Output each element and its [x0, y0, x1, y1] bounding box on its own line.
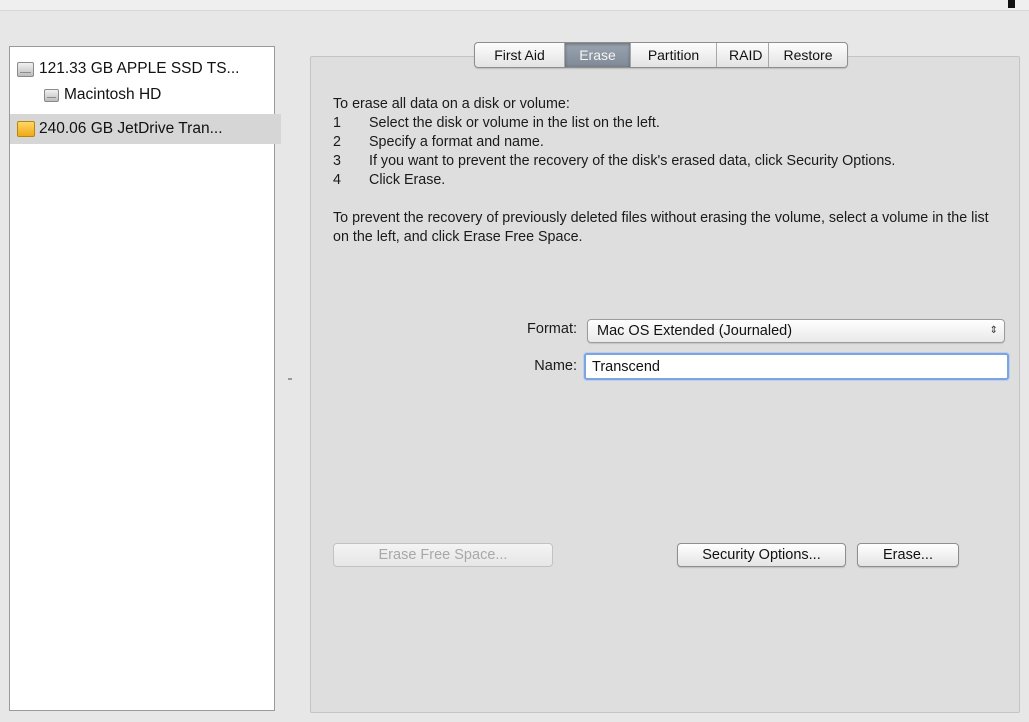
format-label: Format:: [527, 321, 577, 337]
sidebar-item-label: Macintosh HD: [64, 86, 162, 103]
up-down-arrows-icon: ⇕: [989, 325, 998, 336]
step-number: 4: [333, 172, 341, 188]
sidebar-item-apple-ssd[interactable]: 121.33 GB APPLE SSD TS...: [10, 56, 281, 82]
instruction-step: 1 Select the disk or volume in the list …: [333, 114, 1013, 133]
sidebar-item-macintosh-hd[interactable]: Macintosh HD: [10, 82, 308, 108]
step-number: 3: [333, 153, 341, 169]
tab-erase[interactable]: Erase: [565, 43, 631, 67]
instructions-intro: To erase all data on a disk or volume:: [333, 96, 570, 112]
sidebar-item-label: 121.33 GB APPLE SSD TS...: [39, 60, 240, 77]
step-text: If you want to prevent the recovery of t…: [369, 153, 896, 169]
title-strip: [0, 0, 1029, 11]
step-text: Select the disk or volume in the list on…: [369, 115, 660, 131]
instruction-step: 4 Click Erase.: [333, 171, 1013, 190]
format-select[interactable]: Mac OS Extended (Journaled) ⇕: [587, 319, 1005, 343]
erase-free-space-button[interactable]: Erase Free Space...: [333, 543, 553, 567]
tab-restore[interactable]: Restore: [769, 43, 847, 67]
format-select-value: Mac OS Extended (Journaled): [597, 323, 793, 339]
step-text: Specify a format and name.: [369, 134, 544, 150]
volume-icon: [44, 88, 59, 102]
tab-partition[interactable]: Partition: [631, 43, 717, 67]
name-label: Name:: [534, 358, 577, 374]
instruction-step: 2 Specify a format and name.: [333, 133, 1013, 152]
tab-bar: First Aid Erase Partition RAID Restore: [474, 42, 848, 68]
name-field[interactable]: [584, 353, 1009, 380]
erase-free-space-description: To prevent the recovery of previously de…: [333, 210, 989, 245]
disk-list-sidebar: 121.33 GB APPLE SSD TS... Macintosh HD 2…: [9, 46, 281, 711]
security-options-button[interactable]: Security Options...: [677, 543, 846, 567]
sidebar-item-label: 240.06 GB JetDrive Tran...: [39, 120, 223, 137]
step-number: 1: [333, 115, 341, 131]
instruction-step: 3 If you want to prevent the recovery of…: [333, 152, 1013, 171]
step-text: Click Erase.: [369, 172, 446, 188]
splitter-handle[interactable]: [288, 378, 292, 380]
top-edge-mark: [1008, 0, 1015, 8]
sidebar-item-jetdrive[interactable]: 240.06 GB JetDrive Tran...: [10, 114, 281, 144]
step-number: 2: [333, 134, 341, 150]
tab-first-aid[interactable]: First Aid: [475, 43, 565, 67]
erase-button[interactable]: Erase...: [857, 543, 959, 567]
tab-raid[interactable]: RAID: [717, 43, 769, 67]
erase-instructions: To erase all data on a disk or volume: 1…: [333, 95, 1013, 261]
external-drive-icon: [17, 121, 35, 137]
internal-disk-icon: [17, 61, 34, 77]
disk-utility-window: 121.33 GB APPLE SSD TS... Macintosh HD 2…: [0, 0, 1029, 722]
